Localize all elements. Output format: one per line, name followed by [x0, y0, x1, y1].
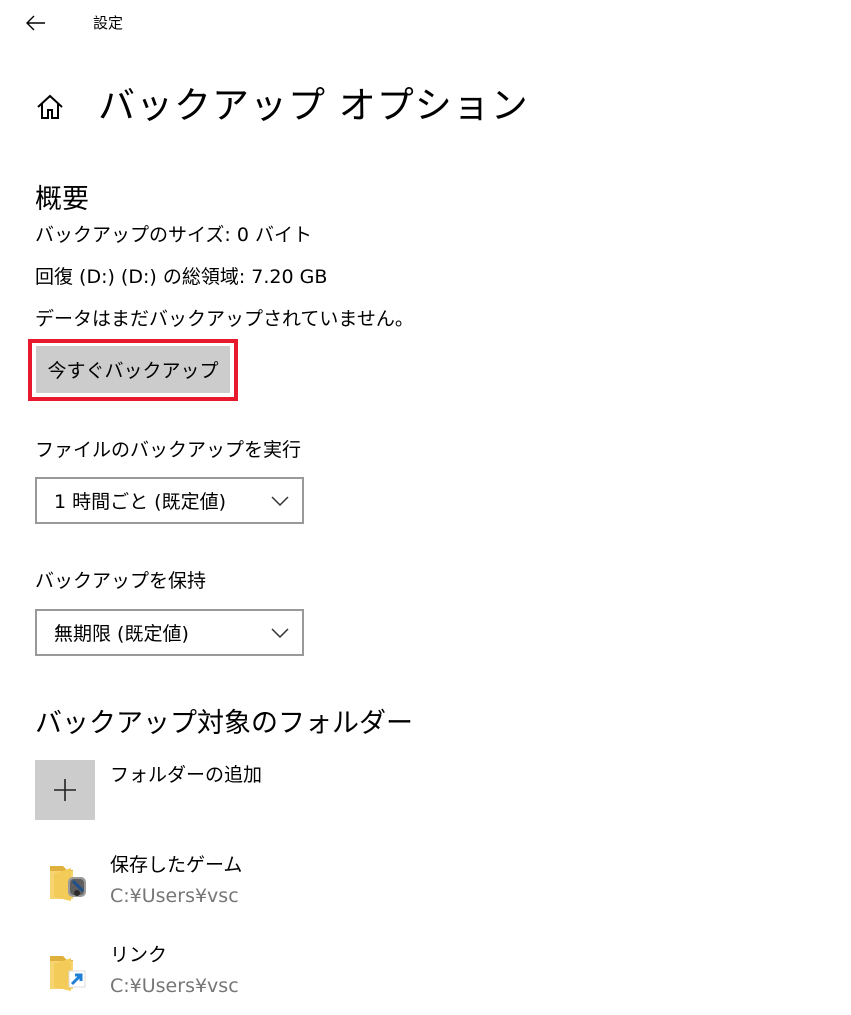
backup-size-text: バックアップのサイズ: 0 バイト	[35, 224, 312, 246]
add-folder-button[interactable]	[35, 760, 95, 820]
frequency-dropdown[interactable]: 1 時間ごと (既定値)	[35, 477, 304, 524]
page-title: バックアップ オプション	[98, 84, 529, 127]
saved-games-folder-icon	[47, 859, 95, 907]
retention-dropdown[interactable]: 無期限 (既定値)	[35, 609, 304, 656]
back-arrow-icon	[26, 15, 45, 31]
add-folder-label[interactable]: フォルダーの追加	[110, 762, 262, 788]
links-folder-icon	[47, 949, 95, 997]
frequency-selected: 1 時間ごと (既定値)	[54, 491, 226, 513]
window-title: 設定	[93, 14, 124, 32]
retention-label: バックアップを保持	[35, 570, 207, 592]
retention-selected: 無期限 (既定値)	[54, 623, 189, 645]
folder-name: リンク	[110, 944, 168, 966]
chevron-down-icon	[271, 628, 289, 639]
backup-now-button[interactable]: 今すぐバックアップ	[36, 346, 230, 393]
total-space-text: 回復 (D:) (D:) の総領域: 7.20 GB	[35, 266, 328, 288]
folder-path: C:¥Users¥vsc	[110, 885, 239, 907]
folders-heading: バックアップ対象のフォルダー	[35, 708, 413, 739]
backup-status-text: データはまだバックアップされていません。	[35, 308, 414, 330]
frequency-label: ファイルのバックアップを実行	[35, 439, 302, 461]
backup-now-label: 今すぐバックアップ	[47, 360, 219, 382]
plus-icon	[54, 779, 76, 801]
folder-name: 保存したゲーム	[110, 854, 243, 876]
folder-item-saved-games[interactable]: 保存したゲーム C:¥Users¥vsc	[35, 848, 635, 910]
overview-heading: 概要	[35, 184, 89, 215]
folder-item-links[interactable]: リンク C:¥Users¥vsc	[35, 938, 635, 1000]
folder-path: C:¥Users¥vsc	[110, 975, 239, 997]
home-icon[interactable]	[35, 92, 67, 124]
chevron-down-icon	[271, 496, 289, 507]
back-button[interactable]	[20, 8, 52, 38]
